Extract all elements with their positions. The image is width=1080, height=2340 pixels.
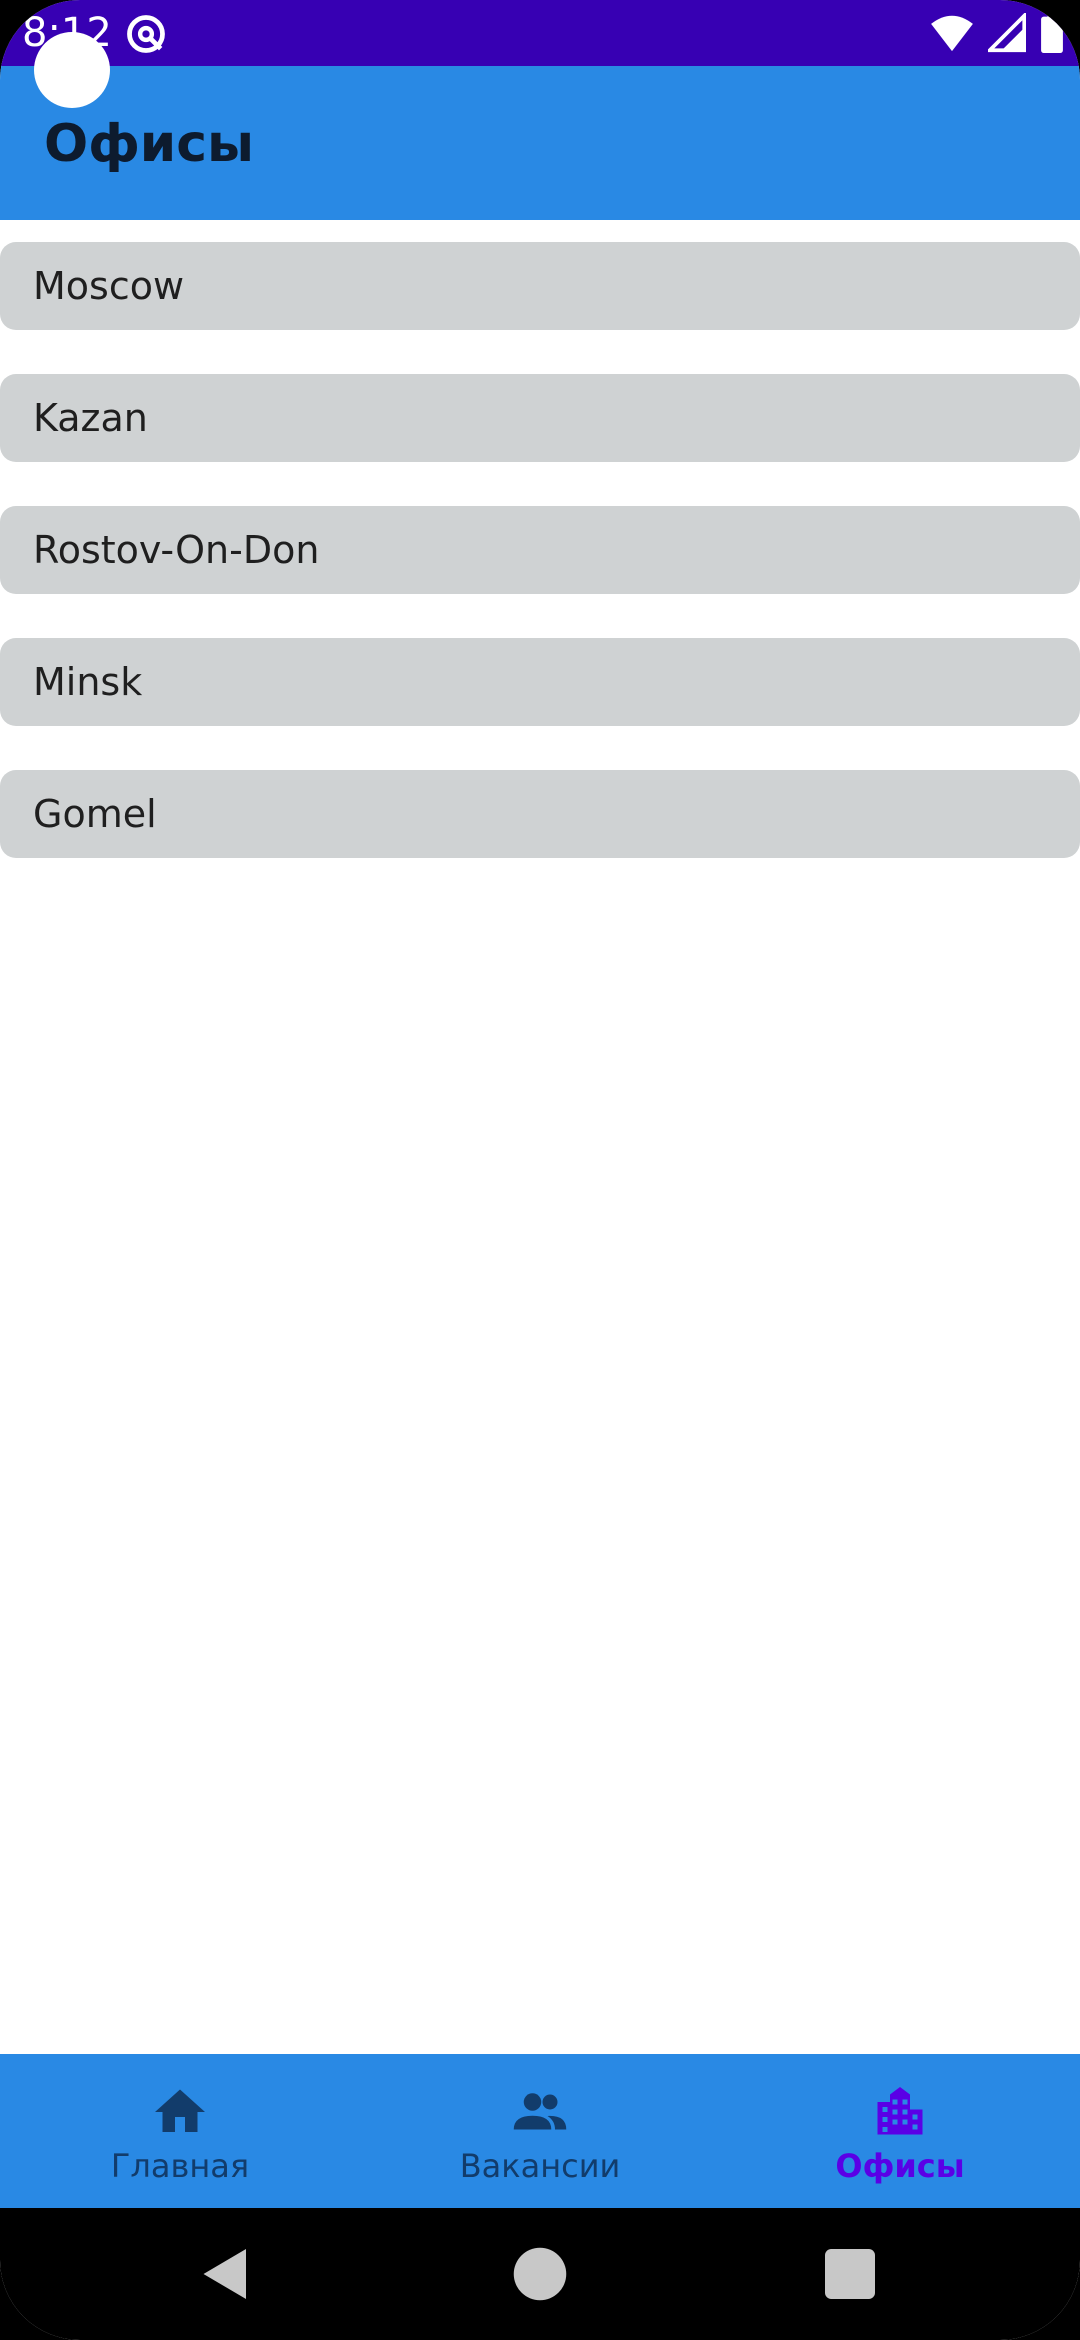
screen: 8:12 Офисы Moscow [0, 0, 1080, 2340]
app-bar: Офисы [0, 66, 1080, 220]
people-icon [513, 2093, 567, 2130]
back-triangle-icon[interactable] [196, 2244, 256, 2304]
battery-icon [1041, 13, 1063, 53]
recents-square-icon[interactable] [820, 2244, 880, 2304]
home-icon [155, 2089, 205, 2132]
nav-item-home[interactable]: Главная [0, 2054, 360, 2208]
list-item-label: Kazan [33, 396, 148, 440]
status-bar: 8:12 [0, 0, 1080, 66]
nav-item-vacancies[interactable]: Вакансии [360, 2054, 720, 2208]
camera-cutout [34, 32, 110, 108]
list-item-label: Moscow [33, 264, 185, 308]
wifi-icon [931, 15, 973, 52]
status-icons [930, 10, 1064, 56]
list-item-kazan[interactable]: Kazan [0, 374, 1080, 462]
list-item-label: Gomel [33, 792, 157, 836]
list-item-rostov-on-don[interactable]: Rostov-On-Don [0, 506, 1080, 594]
signal-icon [988, 13, 1026, 53]
list-item-label: Rostov-On-Don [33, 528, 320, 572]
building-icon [877, 2087, 923, 2135]
nav-label-home: Главная [110, 2147, 250, 2185]
nav-item-offices[interactable]: Офисы [720, 2054, 1080, 2208]
nav-label-offices: Офисы [835, 2147, 965, 2185]
bottom-navigation: Главная Вакансии Офисы [0, 2054, 1080, 2208]
list-item-label: Minsk [33, 660, 143, 704]
at-sign-icon [127, 15, 165, 53]
system-navigation-bar [0, 2208, 1080, 2340]
list-item-gomel[interactable]: Gomel [0, 770, 1080, 858]
page-title: Офисы [44, 114, 255, 174]
home-circle-icon[interactable] [510, 2244, 570, 2304]
list-item-moscow[interactable]: Moscow [0, 242, 1080, 330]
office-list: Moscow Kazan Rostov-On-Don Minsk Gomel [0, 242, 1080, 902]
nav-label-vacancies: Вакансии [459, 2147, 621, 2185]
list-item-minsk[interactable]: Minsk [0, 638, 1080, 726]
